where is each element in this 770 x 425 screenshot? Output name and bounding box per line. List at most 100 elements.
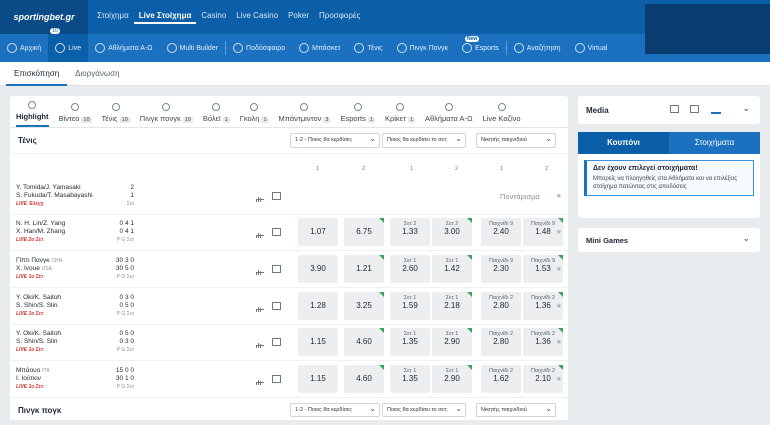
subnav-football[interactable]: Ποδόσφαιρο: [226, 43, 292, 53]
favorite-star-icon[interactable]: ★: [556, 228, 562, 236]
favorite-star-icon[interactable]: ★: [556, 192, 562, 200]
odds-button[interactable]: 1.21: [344, 255, 384, 283]
odds-button[interactable]: 1.07: [298, 218, 338, 246]
odds-button[interactable]: 1.15: [298, 365, 338, 393]
odds-button[interactable]: Σετ 1 2.90: [432, 365, 472, 393]
market-dropdown-set[interactable]: Ποιος θα κερδίσει το σετ;: [382, 132, 466, 148]
sport-tab-video[interactable]: Βίντεο 10: [59, 103, 92, 127]
odds-button[interactable]: 3.90: [298, 255, 338, 283]
scoreboard-icon[interactable]: [272, 265, 281, 273]
scoreboard-icon[interactable]: [690, 105, 699, 113]
tab-bets[interactable]: Στοιχήματα: [669, 132, 760, 154]
stats-icon[interactable]: [256, 229, 264, 238]
odds-button[interactable]: Παιχνίδι 2 2.80: [481, 292, 521, 320]
video-icon[interactable]: [670, 105, 679, 113]
odds-up-indicator: [467, 328, 472, 333]
event-row[interactable]: Y. Oki/K. Saitoh S. Shin/S. Slin LIVE 1ο…: [10, 324, 568, 361]
stats-icon[interactable]: [256, 376, 264, 385]
subnav-esports[interactable]: New Esports: [455, 36, 506, 53]
odds-button[interactable]: Παιχνίδι 9 2.30: [481, 255, 521, 283]
odds-button[interactable]: 4.60: [344, 328, 384, 356]
subnav-tennis[interactable]: Τένις: [347, 43, 389, 53]
odds-button[interactable]: Σετ 2 3.00: [432, 218, 472, 246]
sport-tab-golf[interactable]: Γκολη 1: [240, 103, 269, 127]
subnav-multi-builder[interactable]: Multi Builder: [160, 43, 226, 53]
subnav-pingpong[interactable]: Πινγκ Πονγκ: [390, 43, 456, 53]
subnav-home[interactable]: Αρχική: [0, 43, 48, 53]
odds-button[interactable]: 6.75: [344, 218, 384, 246]
stats-icon[interactable]: [256, 193, 264, 202]
sport-tab-az[interactable]: Αθλήματα Α-Ω: [425, 103, 473, 127]
live-status: LIVE 1ο Σετ: [16, 311, 44, 317]
favorite-star-icon[interactable]: ★: [556, 265, 562, 273]
odds-button[interactable]: Σετ 1 1.35: [390, 328, 430, 356]
odds-button[interactable]: Παιχνίδι 9 2.40: [481, 218, 521, 246]
sport-tab-highlight[interactable]: Highlight: [16, 101, 49, 127]
tab-competitions[interactable]: Διοργάνωση: [67, 62, 127, 86]
subnav-sports-az[interactable]: Αθλήματα Α-Ω: [88, 43, 159, 53]
favorite-star-icon[interactable]: ★: [556, 338, 562, 346]
event-row[interactable]: Y. Oki/K. Saitoh S. Shin/S. Slin LIVE 1ο…: [10, 288, 568, 325]
subnav-live[interactable]: 10 Live: [48, 28, 89, 62]
scoreboard-icon[interactable]: [272, 228, 281, 236]
subnav-basketball[interactable]: Μπάσκετ: [292, 43, 347, 53]
event-row[interactable]: Μπάουο ITA Ι. Ιούτκιν LIVE 1ο Σετ 15 0 0 30…: [10, 361, 568, 398]
odds-button[interactable]: 4.60: [344, 365, 384, 393]
odds-button[interactable]: Σετ 1 2.60: [390, 255, 430, 283]
odds-button[interactable]: Σετ 1 1.59: [390, 292, 430, 320]
score-player-1: 2: [130, 184, 134, 191]
scoreboard-icon[interactable]: [272, 375, 281, 383]
sport-tab-volley[interactable]: Βόλεϊ 1: [203, 103, 230, 127]
market-dropdown-set-2[interactable]: Ποιος θα κερδίσει το σετ;: [382, 402, 466, 417]
stats-icon[interactable]: [711, 104, 721, 114]
odds-button[interactable]: Παιχνίδι 2 1.62: [481, 365, 521, 393]
sport-tab-live-casino[interactable]: Live Καζίνο: [483, 103, 521, 127]
mini-games-panel[interactable]: Mini Games ⌄: [578, 228, 760, 252]
odds-up-indicator: [379, 218, 384, 223]
chevron-down-icon[interactable]: ⌄: [742, 233, 750, 244]
odds-button[interactable]: Σετ 1 1.42: [432, 255, 472, 283]
odds-button[interactable]: 1.28: [298, 292, 338, 320]
stats-icon[interactable]: [256, 266, 264, 275]
event-row[interactable]: Γίπτι Πανγκ CHN X. Ivoue USA LIVE 1ο Σετ 30…: [10, 251, 568, 288]
event-row[interactable]: Y. Tomida/J. Yamasaki S. Fukuda/T. Masab…: [10, 178, 568, 215]
odds-button[interactable]: 1.15: [298, 328, 338, 356]
odds-button[interactable]: 3.25: [344, 292, 384, 320]
scoreboard-icon[interactable]: [272, 192, 281, 200]
brand-logo[interactable]: sportingbet.gr: [0, 0, 88, 34]
favorite-star-icon[interactable]: ★: [556, 375, 562, 383]
top-nav-poker[interactable]: Poker: [283, 11, 314, 24]
market-dropdown-game-2[interactable]: Νικητής παιχνιδιού: [476, 402, 556, 417]
scoreboard-icon[interactable]: [272, 302, 281, 310]
sport-tab-esports[interactable]: Esports 1: [340, 103, 375, 127]
top-nav-sports[interactable]: Στοίχημα: [92, 11, 134, 24]
market-dropdown-winner-2[interactable]: 1-2 - Ποιος θα κερδίσει;: [290, 402, 380, 417]
sport-tab-pingpong[interactable]: Πινγκ πονγκ 10: [140, 103, 193, 127]
odds-button[interactable]: Σετ 2 1.33: [390, 218, 430, 246]
odds-button[interactable]: Σετ 1 2.90: [432, 328, 472, 356]
odds-button[interactable]: Σετ 1 2.18: [432, 292, 472, 320]
event-score: 15 0 0 30 1 0 P G Σετ: [92, 367, 134, 391]
tab-coupon[interactable]: Κουπόνι: [578, 132, 669, 154]
tab-overview[interactable]: Επισκόπηση: [6, 62, 68, 86]
subnav-search[interactable]: Αναζήτηση: [507, 43, 568, 53]
stats-icon[interactable]: [256, 339, 264, 348]
subnav-virtual[interactable]: Virtual: [568, 43, 615, 53]
market-dropdown-game[interactable]: Νικητής παιχνιδιού: [476, 132, 556, 148]
top-nav-casino[interactable]: Casino: [196, 11, 231, 24]
top-nav-live-casino[interactable]: Live Casino: [231, 11, 283, 24]
sport-tab-cricket[interactable]: Κρίκετ 1: [385, 103, 416, 127]
top-nav-offers[interactable]: Προσφορές: [314, 11, 365, 24]
favorite-star-icon[interactable]: ★: [556, 302, 562, 310]
scoreboard-icon[interactable]: [272, 338, 281, 346]
odds-button[interactable]: Παιχνίδι 2 2.80: [481, 328, 521, 356]
odds-button[interactable]: Σετ 1 1.35: [390, 365, 430, 393]
stats-icon[interactable]: [256, 303, 264, 312]
market-dropdown-winner[interactable]: 1-2 - Ποιος θα κερδίσει;: [290, 132, 380, 148]
sport-tab-badminton[interactable]: Μπάντμιντον 3: [279, 103, 331, 127]
sport-tab-tennis[interactable]: Τένις 10: [102, 103, 130, 127]
chevron-down-icon[interactable]: ⌄: [742, 103, 750, 114]
event-row[interactable]: N. H. Lin/Z. Yang X. Han/M. Zhang LIVE 2…: [10, 214, 568, 251]
top-nav-live[interactable]: Live Στοίχημα: [133, 11, 197, 24]
player-1-country: CHN: [51, 258, 63, 264]
